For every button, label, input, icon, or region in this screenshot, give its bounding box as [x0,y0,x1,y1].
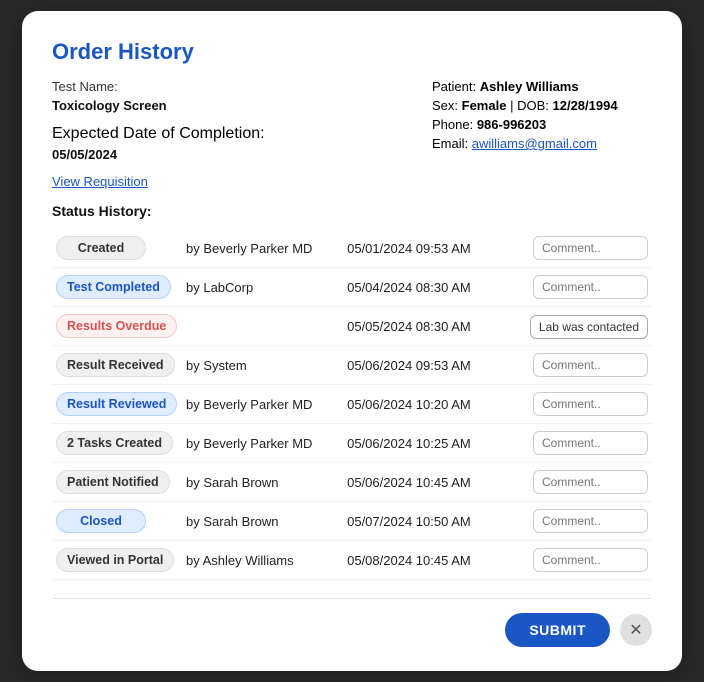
phone-line: Phone: 986-996203 [432,117,652,132]
date-column: 05/06/2024 09:53 AM [343,346,501,385]
table-row: Closed by Sarah Brown05/07/2024 10:50 AM [52,502,652,541]
test-name-value: Toxicology Screen [52,98,265,113]
divider [52,598,652,599]
by-column: by Beverly Parker MD [182,385,343,424]
comment-input[interactable] [533,509,648,533]
close-button[interactable]: ✕ [620,614,652,646]
order-history-card: Order History Test Name: Toxicology Scre… [22,11,682,671]
patient-name-line: Patient: Ashley Williams [432,79,652,94]
comment-input[interactable] [533,392,648,416]
comment-filled: Lab was contacted [530,315,648,339]
table-row: 2 Tasks Created by Beverly Parker MD05/06… [52,424,652,463]
date-column: 05/05/2024 08:30 AM [343,307,501,346]
email-line: Email: awilliams@gmail.com [432,136,652,151]
table-row: Patient Notified by Sarah Brown05/06/2024… [52,463,652,502]
dob-value: 12/28/1994 [553,98,618,113]
footer: SUBMIT ✕ [52,613,652,647]
status-badge: Test Completed [56,275,171,299]
table-row: Test Completed by LabCorp05/04/2024 08:30… [52,268,652,307]
status-badge: Closed [56,509,146,533]
date-column: 05/06/2024 10:45 AM [343,463,501,502]
submit-button[interactable]: SUBMIT [505,613,610,647]
date-column: 05/01/2024 09:53 AM [343,229,501,268]
info-left: Test Name: Toxicology Screen Expected Da… [52,79,265,162]
table-row: Created by Beverly Parker MD05/01/2024 09… [52,229,652,268]
expected-date-value: 05/05/2024 [52,147,265,162]
status-badge: Created [56,236,146,260]
comment-input[interactable] [533,275,648,299]
comment-input[interactable] [533,470,648,494]
sex-label: Sex: [432,98,458,113]
status-badge: Result Reviewed [56,392,177,416]
table-row: Viewed in Portal by Ashley Williams05/08/… [52,541,652,580]
date-column: 05/07/2024 10:50 AM [343,502,501,541]
date-column: 05/08/2024 10:45 AM [343,541,501,580]
info-row: Test Name: Toxicology Screen Expected Da… [52,79,652,162]
email-label: Email: [432,136,468,151]
by-column: by Ashley Williams [182,541,343,580]
view-requisition-link[interactable]: View Requisition [52,174,148,189]
status-badge: Viewed in Portal [56,548,174,572]
info-right: Patient: Ashley Williams Sex: Female | D… [432,79,652,162]
comment-input[interactable] [533,353,648,377]
by-column: by Sarah Brown [182,502,343,541]
sex-dob-line: Sex: Female | DOB: 12/28/1994 [432,98,652,113]
table-row: Results Overdue 05/05/2024 08:30 AM Lab wa… [52,307,652,346]
by-column: by System [182,346,343,385]
patient-label: Patient: [432,79,476,94]
status-badge: Result Received [56,353,175,377]
by-column: by LabCorp [182,268,343,307]
comment-input[interactable] [533,236,648,260]
status-badge: Patient Notified [56,470,170,494]
date-column: 05/04/2024 08:30 AM [343,268,501,307]
by-column: by Sarah Brown [182,463,343,502]
table-row: Result Reviewedby Beverly Parker MD05/06… [52,385,652,424]
status-badge: Results Overdue [56,314,177,338]
by-column: by Beverly Parker MD [182,229,343,268]
dob-label: DOB: [517,98,549,113]
comment-input[interactable] [533,431,648,455]
phone-value: 986-996203 [477,117,546,132]
date-column: 05/06/2024 10:20 AM [343,385,501,424]
comment-input[interactable] [533,548,648,572]
history-table: Createdby Beverly Parker MD05/01/2024 09… [52,229,652,580]
status-history-label: Status History: [52,203,652,219]
by-column: by Beverly Parker MD [182,424,343,463]
date-column: 05/06/2024 10:25 AM [343,424,501,463]
phone-label: Phone: [432,117,473,132]
by-column [182,307,343,346]
patient-name: Ashley Williams [480,79,579,94]
email-value[interactable]: awilliams@gmail.com [472,136,597,151]
card-title: Order History [52,39,652,65]
sex-value: Female [462,98,507,113]
test-name-label: Test Name: [52,79,265,94]
table-row: Result Received by System05/06/2024 09:53… [52,346,652,385]
expected-date-label: Expected Date of Completion: [52,125,265,143]
status-badge: 2 Tasks Created [56,431,173,455]
